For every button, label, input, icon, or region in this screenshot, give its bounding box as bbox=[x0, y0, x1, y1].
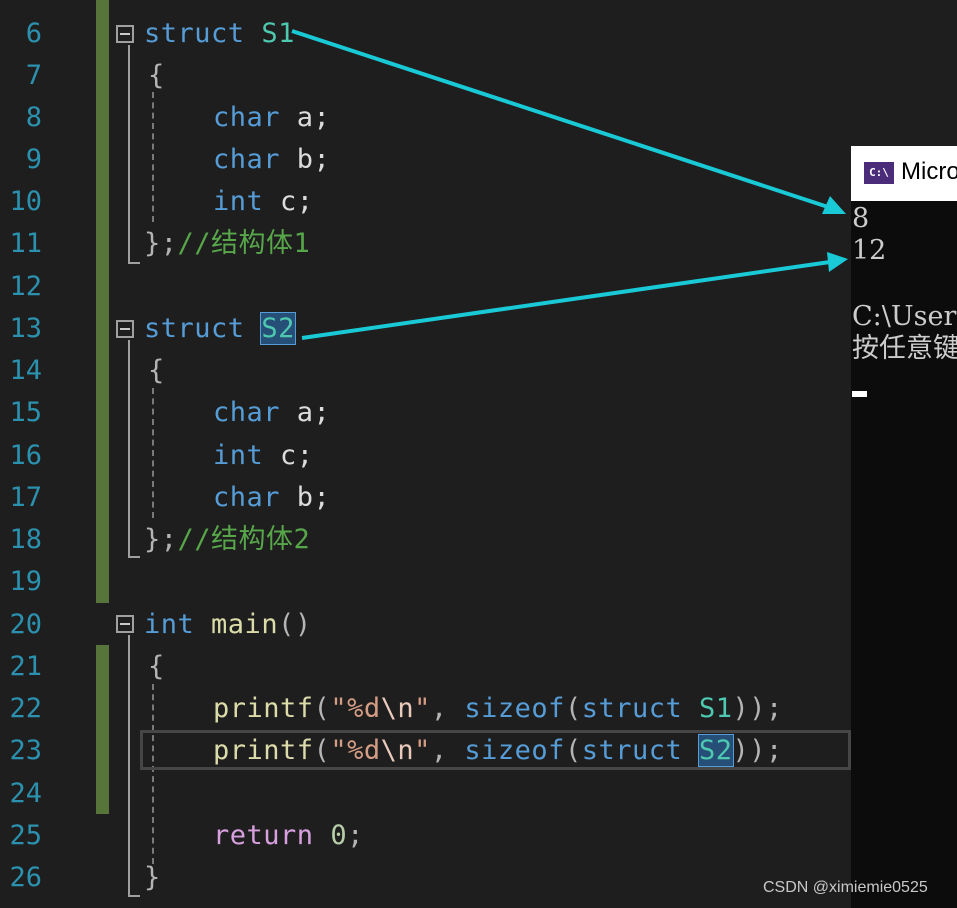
annotation-arrows bbox=[291, 29, 848, 340]
watermark: CSDN @ximiemie0525 bbox=[763, 879, 928, 896]
annotation-arrow-head bbox=[827, 252, 848, 272]
annotation-arrow bbox=[301, 260, 831, 340]
annotation-arrow bbox=[291, 29, 829, 209]
